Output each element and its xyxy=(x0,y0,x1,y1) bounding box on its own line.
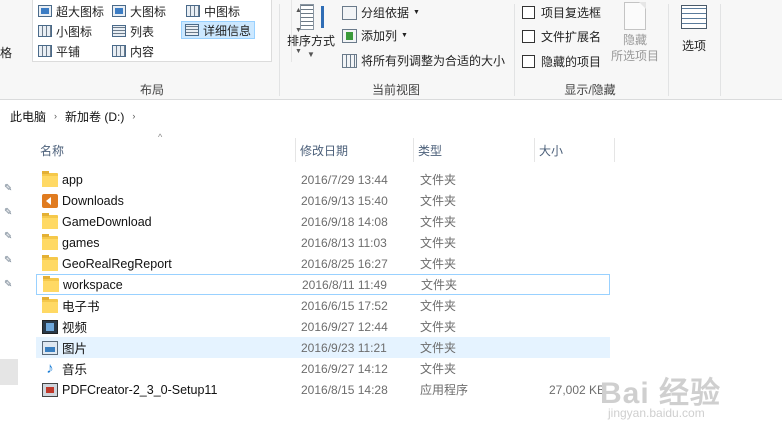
table-row-hovered[interactable]: 图片 2016/9/23 11:21 文件夹 xyxy=(36,337,610,358)
extra-large-icons-icon xyxy=(38,5,52,17)
folder-icon xyxy=(42,170,58,187)
fit-columns-icon xyxy=(342,53,357,68)
medium-icons-icon xyxy=(186,5,200,17)
details-view-icon xyxy=(185,24,199,36)
add-column-button[interactable]: 添加列 ▼ xyxy=(342,27,408,44)
layout-extra-large-icons[interactable]: 超大图标 xyxy=(35,2,107,20)
layout-details[interactable]: 详细信息 xyxy=(181,21,256,39)
chevron-down-icon: ▼ xyxy=(413,9,420,16)
item-checkboxes-checkbox[interactable] xyxy=(522,6,535,19)
layout-medium-icons[interactable]: 中图标 xyxy=(183,2,243,20)
column-header-size[interactable]: 大小 xyxy=(535,138,615,162)
fit-columns-button[interactable]: 将所有列调整为合适的大小 xyxy=(342,52,505,69)
table-row[interactable]: Downloads 2016/9/13 15:40 文件夹 xyxy=(36,190,610,211)
pin-icon[interactable]: ✎ xyxy=(4,255,12,266)
folder-icon xyxy=(42,254,58,271)
folder-icon xyxy=(42,212,58,229)
current-view-group-label: 当前视图 xyxy=(371,83,420,97)
pin-icon[interactable]: ✎ xyxy=(4,231,12,242)
list-view-icon xyxy=(112,25,126,37)
breadcrumb-this-pc[interactable]: 此电脑 xyxy=(10,108,46,125)
setup-exe-icon xyxy=(42,382,58,397)
pin-icon[interactable]: ✎ xyxy=(4,183,12,194)
table-row[interactable]: PDFCreator-2_3_0-Setup11 2016/8/15 14:28… xyxy=(36,379,610,400)
table-row-focused[interactable]: workspace 2016/8/11 11:49 文件夹 xyxy=(36,274,610,295)
add-column-icon xyxy=(342,28,357,43)
sort-by-button[interactable]: 排序方式 ▼ xyxy=(285,2,337,72)
layout-tiles[interactable]: 平铺 xyxy=(35,42,83,60)
content-view-icon xyxy=(112,45,126,57)
item-checkboxes-toggle[interactable]: 项目复选框 xyxy=(522,4,601,21)
large-icons-icon xyxy=(112,5,126,17)
music-folder-icon: ♪ xyxy=(46,359,54,377)
table-row[interactable]: 视频 2016/9/27 12:44 文件夹 xyxy=(36,316,610,337)
folder-icon xyxy=(42,296,58,313)
table-row[interactable]: app 2016/7/29 13:44 文件夹 xyxy=(36,169,610,190)
pictures-folder-icon xyxy=(42,340,58,355)
options-button[interactable]: 选项 xyxy=(674,2,714,54)
pin-icon[interactable]: ✎ xyxy=(4,207,12,218)
table-row[interactable]: GameDownload 2016/9/18 14:08 文件夹 xyxy=(36,211,610,232)
chevron-right-icon[interactable]: › xyxy=(132,111,135,121)
chevron-down-icon: ▼ xyxy=(401,32,408,39)
hide-selected-icon xyxy=(624,2,646,30)
watermark-url: jingyan.baidu.com xyxy=(608,406,705,420)
layout-group-label: 布局 xyxy=(139,83,164,97)
small-icons-icon xyxy=(38,25,52,37)
chevron-right-icon[interactable]: › xyxy=(54,111,57,121)
layout-list[interactable]: 列表 xyxy=(109,22,157,40)
divider xyxy=(720,4,721,96)
address-bar[interactable]: 此电脑 › 新加卷 (D:) › xyxy=(0,101,782,131)
nav-selected-item[interactable] xyxy=(0,359,18,385)
options-icon xyxy=(681,5,707,29)
table-row[interactable]: GeoRealRegReport 2016/8/25 16:27 文件夹 xyxy=(36,253,610,274)
divider xyxy=(279,4,280,96)
group-by-icon xyxy=(342,5,357,20)
video-folder-icon xyxy=(42,319,58,334)
folder-icon xyxy=(42,233,58,250)
tiles-view-icon xyxy=(38,45,52,57)
hidden-items-checkbox[interactable] xyxy=(522,55,535,68)
layout-gallery: 超大图标 大图标 中图标 小图标 列表 详细信息 平铺 内容 ▲ ▼ ▼ xyxy=(32,0,302,62)
folder-icon xyxy=(43,275,59,292)
breadcrumb-drive-d[interactable]: 新加卷 (D:) xyxy=(65,108,124,125)
hide-selected-button[interactable]: 隐藏 所选项目 xyxy=(608,2,662,64)
layout-small-icons[interactable]: 小图标 xyxy=(35,22,95,40)
show-hide-group-label: 显示/隐藏 xyxy=(564,83,616,97)
file-extensions-toggle[interactable]: 文件扩展名 xyxy=(522,28,601,45)
pin-icon[interactable]: ✎ xyxy=(4,279,12,290)
divider xyxy=(514,4,515,96)
column-header-name[interactable]: 名称 xyxy=(36,138,296,162)
layout-content[interactable]: 内容 xyxy=(109,42,157,60)
file-extensions-checkbox[interactable] xyxy=(522,30,535,43)
divider xyxy=(668,4,669,96)
navigation-pane: ✎ ✎ ✎ ✎ ✎ xyxy=(0,131,22,437)
column-header-date[interactable]: 修改日期 xyxy=(296,138,414,162)
group-by-button[interactable]: 分组依据 ▼ xyxy=(342,4,420,21)
ribbon: 格 超大图标 大图标 中图标 小图标 列表 详细信息 平铺 内容 ▲ ▼ ▼ 布… xyxy=(0,0,782,100)
table-row[interactable]: ♪ 音乐 2016/9/27 14:12 文件夹 xyxy=(36,358,610,379)
table-row[interactable]: 电子书 2016/6/15 17:52 文件夹 xyxy=(36,295,610,316)
hidden-items-toggle[interactable]: 隐藏的项目 xyxy=(522,53,601,70)
column-header-type[interactable]: 类型 xyxy=(414,138,535,162)
sort-icon xyxy=(298,2,324,32)
layout-large-icons[interactable]: 大图标 xyxy=(109,2,169,20)
downloads-folder-icon xyxy=(42,193,58,208)
ribbon-cut-text: 格 xyxy=(0,46,13,60)
chevron-down-icon: ▼ xyxy=(307,50,315,59)
table-row[interactable]: games 2016/8/13 11:03 文件夹 xyxy=(36,232,610,253)
